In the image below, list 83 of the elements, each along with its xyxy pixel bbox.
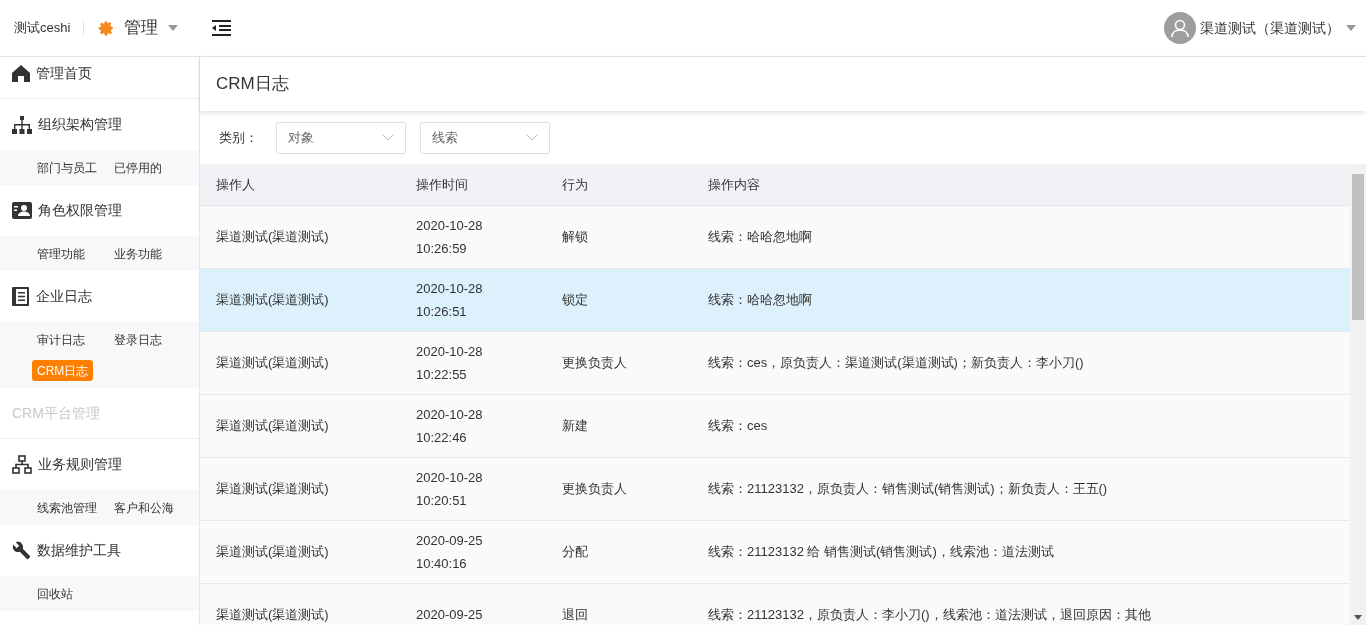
table-cell-text: 线索：ces，原负责人：渠道测试(渠道测试)；新负责人：李小刀() (708, 354, 1085, 373)
table-cell-text: 2020-10-28 (416, 469, 484, 487)
category-select[interactable]: 对象 (276, 121, 406, 154)
submenu-item[interactable]: 登录日志 (109, 329, 181, 350)
submenu-item[interactable]: 审计日志 (32, 329, 104, 350)
table-cell-text: 渠道测试(渠道测试) (216, 417, 330, 436)
home-icon (12, 64, 30, 82)
column-header: 操作人 (215, 175, 256, 194)
table-row[interactable]: 渠道测试(渠道测试) 2020-10-28 10:22:46 新建 线索：ces (200, 395, 1350, 458)
category-select[interactable]: 线索 (420, 121, 550, 154)
table-row[interactable]: 渠道测试(渠道测试) 2020-10-28 10:26:59 解锁 线索：哈哈忽地啊 (200, 206, 1350, 269)
table-cell-text: 10:22:46 (416, 428, 468, 447)
brand-name[interactable]: 测试ceshi (14, 18, 71, 38)
table-row[interactable]: 渠道测试(渠道测试) 2020-10-28 10:20:51 更换负责人 线索：21123132，原负责人：销售测试(销售测试)；新负责人：王五() (200, 458, 1350, 521)
scrollbar-thumb[interactable] (1352, 174, 1364, 320)
sidebar-section[interactable]: 角色权限管理 (38, 200, 122, 221)
submenu-item[interactable]: 回收站 (32, 583, 104, 604)
submenu-item[interactable]: 管理功能 (32, 243, 104, 264)
table-row[interactable]: 渠道测试(渠道测试) 2020-09-25 10:40:16 分配 线索：21123132 给 销售测试(销售测试)，线索池：道法测试 (200, 521, 1350, 584)
user-menu[interactable]: 渠道测试（渠道测试） (1200, 17, 1356, 39)
wrench-icon (12, 541, 31, 560)
sidebar-section[interactable]: 管理首页 (36, 62, 92, 84)
chevron-down-icon (382, 134, 394, 141)
collapse-menu-icon[interactable] (212, 20, 232, 36)
table-cell-text: 2020-10-28 (416, 406, 484, 424)
table-cell-text: 新建 (562, 417, 589, 436)
table-cell-text: 线索：21123132，原负责人：李小刀()，线索池：道法测试，退回原因：其他 (708, 606, 1152, 625)
table-cell-text: 渠道测试(渠道测试) (216, 228, 330, 247)
document-icon (12, 287, 30, 306)
table-cell-text: 10:20:51 (416, 491, 468, 510)
user-avatar-icon[interactable] (1164, 12, 1196, 44)
table-cell-text: 2020-10-28 (416, 280, 484, 298)
table-cell-text: 线索：21123132 给 销售测试(销售测试)，线索池：道法测试 (708, 543, 1055, 562)
gear-icon (97, 19, 116, 37)
table-cell-text: 10:40:16 (416, 554, 468, 573)
table-row[interactable]: 渠道测试(渠道测试) 2020-10-28 10:26:51 锁定 线索：哈哈忽地啊 (200, 269, 1350, 332)
sidebar-section[interactable]: 组织架构管理 (38, 114, 122, 135)
hierarchy-icon (12, 455, 32, 474)
table-cell-text: 2020-09-25 (416, 532, 484, 550)
submenu-item[interactable]: 线索池管理 (32, 497, 104, 518)
sidebar-section[interactable]: 企业日志 (36, 286, 92, 307)
table-cell-text: 10:22:55 (416, 365, 468, 384)
contact-card-icon (12, 202, 32, 219)
table-cell-text: 2020-09-25 (416, 606, 484, 625)
submenu-item[interactable]: 业务功能 (109, 243, 181, 264)
table-cell-text: 退回 (562, 606, 589, 625)
caret-icon (168, 25, 179, 31)
submenu-item[interactable]: 客户和公海 (109, 497, 181, 518)
table-cell-text: 10:26:51 (416, 302, 468, 321)
table-cell-text: 线索：ces (708, 417, 769, 436)
table-cell-text: 2020-10-28 (416, 343, 484, 361)
column-header: 行为 (561, 175, 589, 194)
table-cell-text: 线索：21123132，原负责人：销售测试(销售测试)；新负责人：王五() (708, 480, 1109, 499)
table-cell-text: 更换负责人 (562, 480, 628, 499)
submenu-item[interactable]: 已停用的 (109, 157, 181, 178)
scroll-down-arrow-icon[interactable] (1354, 615, 1362, 621)
table-cell-text: 分配 (562, 543, 589, 562)
table-row[interactable]: 渠道测试(渠道测试) 2020-09-25 退回 线索：21123132，原负责人：李小刀()，线索池：道法测试，退回原因：其他 (200, 584, 1350, 625)
sidebar-section[interactable]: 数据维护工具 (37, 540, 121, 561)
org-chart-icon (12, 115, 32, 134)
page-title: CRM日志 (216, 73, 289, 96)
table-cell-text: 渠道测试(渠道测试) (216, 606, 330, 625)
table-cell-text: 锁定 (562, 291, 589, 310)
caret-icon (1346, 25, 1356, 31)
table-cell-text: 渠道测试(渠道测试) (216, 543, 330, 562)
chevron-down-icon (526, 134, 538, 141)
table-cell-text: 10:26:59 (416, 239, 468, 258)
table-cell-text: 解锁 (562, 228, 589, 247)
column-header: 操作时间 (415, 175, 469, 194)
filter-label: 类别： (219, 128, 258, 147)
table-cell-text: 渠道测试(渠道测试) (216, 480, 330, 499)
column-header: 操作内容 (707, 175, 761, 194)
scrollbar[interactable] (1350, 164, 1366, 625)
module-dropdown[interactable]: 管理 (124, 15, 179, 41)
table-cell-text: 线索：哈哈忽地啊 (708, 291, 813, 310)
table-cell-text: 线索：哈哈忽地啊 (708, 228, 813, 247)
submenu-item[interactable]: 部门与员工 (32, 157, 104, 178)
table-cell-text: 更换负责人 (562, 354, 628, 373)
table-cell-text: 渠道测试(渠道测试) (216, 354, 330, 373)
table-row[interactable]: 渠道测试(渠道测试) 2020-10-28 10:22:55 更换负责人 线索：ces，原负责人：渠道测试(渠道测试)；新负责人：李小刀() (200, 332, 1350, 395)
table-cell-text: 2020-10-28 (416, 217, 484, 235)
table-cell-text: 渠道测试(渠道测试) (216, 291, 330, 310)
sidebar-section[interactable]: 业务规则管理 (38, 454, 122, 475)
